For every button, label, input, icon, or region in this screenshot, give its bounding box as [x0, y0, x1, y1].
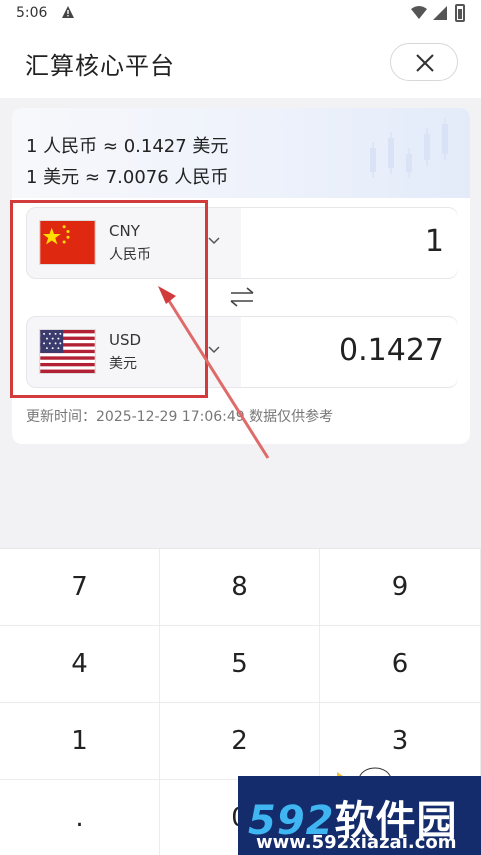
- update-time: 更新时间：2025-12-29 17:06:49 数据仅供参考: [26, 409, 334, 425]
- close-button[interactable]: [390, 43, 458, 81]
- key-4[interactable]: 4: [0, 626, 160, 703]
- key-decimal[interactable]: .: [0, 780, 160, 855]
- key-1[interactable]: 1: [0, 703, 160, 780]
- warning-icon: [62, 6, 74, 18]
- wifi-icon: [411, 6, 427, 19]
- close-icon: [416, 54, 434, 72]
- chart-decoration-icon: [370, 118, 448, 178]
- rate-usd-to-cny: 1 美元 ≈ 7.0076 人民币: [26, 167, 229, 188]
- key-2[interactable]: 2: [160, 703, 320, 780]
- from-amount: 1: [424, 224, 444, 259]
- watermark-url: www.592xiazai.com: [256, 832, 457, 853]
- key-7[interactable]: 7: [0, 549, 160, 626]
- to-amount-field[interactable]: 0.1427: [241, 317, 458, 387]
- key-8[interactable]: 8: [160, 549, 320, 626]
- annotation-highlight-box: [10, 200, 208, 398]
- watermark-logo: 592软件园 www.592xiazai.com: [238, 776, 481, 855]
- page-title: 汇算核心平台: [25, 52, 175, 80]
- chevron-down-icon: [208, 346, 220, 354]
- battery-icon: [455, 4, 465, 22]
- swap-icon[interactable]: [229, 287, 255, 307]
- rate-cny-to-usd: 1 人民币 ≈ 0.1427 美元: [26, 136, 229, 157]
- from-amount-field[interactable]: 1: [241, 208, 458, 278]
- status-bar: 5:06: [0, 0, 481, 28]
- chevron-down-icon: [208, 237, 220, 245]
- key-5[interactable]: 5: [160, 626, 320, 703]
- key-6[interactable]: 6: [320, 626, 481, 703]
- key-9[interactable]: 9: [320, 549, 481, 626]
- to-amount: 0.1427: [339, 333, 444, 368]
- signal-icon: [433, 6, 447, 20]
- app-header: 汇算核心平台: [0, 28, 481, 98]
- status-time: 5:06: [16, 5, 48, 21]
